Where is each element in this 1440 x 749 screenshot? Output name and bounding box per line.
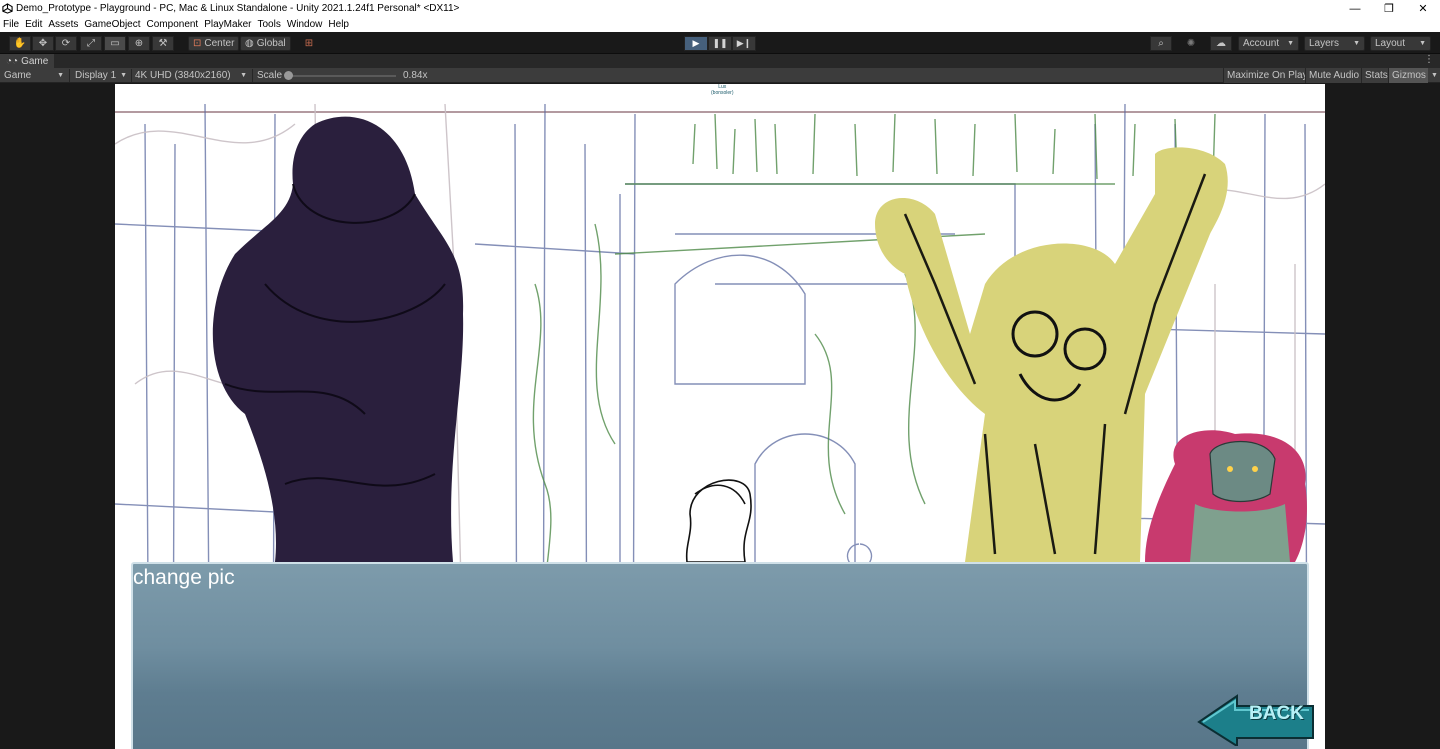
pivot-icon: ⊡ [193,38,202,49]
gizmos-dropdown-icon[interactable]: ▼ [1428,68,1440,83]
gamepad-icon: ◔◔ [6,55,19,67]
separator [69,69,70,82]
resolution-dropdown[interactable]: 4K UHD (3840x2160) ▼ [132,68,250,83]
chevron-down-icon: ▼ [120,72,127,79]
hand-tool-icon[interactable]: ✋ [9,36,31,51]
pivot-center-toggle[interactable]: ⊡ Center [188,36,240,51]
globe-icon: ◍ [245,38,254,49]
game-view-toolbar: Game ▼ Display 1 ▼ 4K UHD (3840x2160) ▼ Sca… [0,68,1440,83]
menu-window[interactable]: Window [287,19,323,30]
separator [252,69,253,82]
unity-editor: Demo_Prototype - Playground - PC, Mac & … [0,0,1440,749]
scale-tool-icon[interactable]: ⤢ [80,36,102,51]
name-tag-line-2: (bonsoler) [711,90,734,96]
menu-assets[interactable]: Assets [48,19,78,30]
view-mode-label: Game [4,70,32,81]
stats-toggle[interactable]: Stats [1361,68,1391,83]
name-tag: Lux (bonsoler) [711,84,734,96]
step-button[interactable]: ▶❙ [732,36,756,51]
step-icon: ▶❙ [736,38,752,48]
layout-label: Layout [1375,38,1406,49]
snap-grid-icon[interactable]: ⊞ [298,36,320,51]
cloud-icon[interactable]: ☁ [1210,36,1232,51]
close-button[interactable]: ✕ [1406,0,1440,17]
layers-label: Layers [1309,38,1340,49]
pivot-label: Center [204,38,235,49]
gizmos-toggle[interactable]: Gizmos [1388,68,1428,83]
scale-slider-knob[interactable] [284,71,293,80]
scale-label: Scale [257,70,283,81]
chevron-down-icon: ▼ [57,72,64,79]
resolution-label: 4K UHD (3840x2160) [135,70,231,81]
game-canvas[interactable]: Lux (bonsoler) change pic BACK [115,84,1325,749]
back-button[interactable]: BACK [1197,694,1317,746]
pause-icon: ❚❚ [712,38,728,48]
chevron-down-icon: ▼ [240,72,247,79]
menu-file[interactable]: File [3,19,19,30]
search-icon[interactable]: ⌕ [1150,36,1172,51]
scale-value: 0.84x [403,70,428,81]
menu-gameobject[interactable]: GameObject [84,19,140,30]
transform-tool-icon[interactable]: ⊕ [128,36,150,51]
menu-edit[interactable]: Edit [25,19,42,30]
maximize-on-play-toggle[interactable]: Maximize On Play [1223,68,1311,83]
restore-button[interactable]: ❐ [1372,0,1406,17]
account-label: Account [1243,38,1280,49]
menu-help[interactable]: Help [328,19,349,30]
mute-audio-toggle[interactable]: Mute Audio [1305,68,1363,83]
back-button-label: BACK [1249,703,1304,724]
layers-dropdown[interactable]: Layers ▼ [1304,36,1365,51]
gizmos-label: Gizmos [1392,70,1426,81]
rect-tool-icon[interactable]: ▭ [104,36,126,51]
dark-character-sprite [212,116,464,562]
menu-playmaker[interactable]: PlayMaker [204,19,251,30]
display-dropdown[interactable]: Display 1 ▼ [72,68,130,83]
tab-game[interactable]: ◔◔ Game [0,54,55,68]
menu-component[interactable]: Component [147,19,199,30]
title-bar: Demo_Prototype - Playground - PC, Mac & … [0,0,1440,17]
menu-bar: File Edit Assets GameObject Component Pl… [0,17,1440,32]
scale-slider-track[interactable] [288,75,396,77]
pause-button[interactable]: ❚❚ [708,36,732,51]
window-controls: — ❐ ✕ [1338,0,1440,17]
play-icon: ▶ [692,38,700,48]
dialog-box: change pic BACK [131,562,1314,749]
window-tab-bar: ◔◔ Game ⋮ [0,54,1440,68]
play-button[interactable]: ▶ [684,36,708,51]
display-label: Display 1 [75,70,117,81]
move-tool-icon[interactable]: ✥ [32,36,54,51]
small-character-sprite [685,479,752,563]
rotate-tool-icon[interactable]: ⟳ [55,36,77,51]
tab-menu-icon[interactable]: ⋮ [1424,54,1434,65]
pink-character-sprite [1145,430,1307,562]
custom-tool-icon[interactable]: ⚒ [152,36,174,51]
minimize-button[interactable]: — [1338,0,1372,17]
global-local-toggle[interactable]: ◍ Global [240,36,291,51]
menu-tools[interactable]: Tools [257,19,280,30]
chevron-down-icon: ▼ [1419,40,1426,47]
window-title: Demo_Prototype - Playground - PC, Mac & … [16,3,460,14]
chevron-down-icon: ▼ [1353,40,1360,47]
dialog-text: change pic [133,566,235,589]
layout-dropdown[interactable]: Layout ▼ [1370,36,1431,51]
unity-logo-icon [2,3,13,14]
space-label: Global [256,38,286,49]
game-view[interactable]: Lux (bonsoler) change pic BACK [0,84,1440,749]
tab-game-label: Game [21,55,49,67]
main-toolbar: ✋ ✥ ⟳ ⤢ ▭ ⊕ ⚒ ⊡ Center ◍ Global ⊞ ▶ ❚❚ ▶… [0,32,1440,54]
view-mode-dropdown[interactable]: Game ▼ [1,68,67,83]
collab-icon[interactable]: ✺ [1180,36,1202,51]
account-dropdown[interactable]: Account ▼ [1238,36,1299,51]
chevron-down-icon: ▼ [1287,40,1294,47]
